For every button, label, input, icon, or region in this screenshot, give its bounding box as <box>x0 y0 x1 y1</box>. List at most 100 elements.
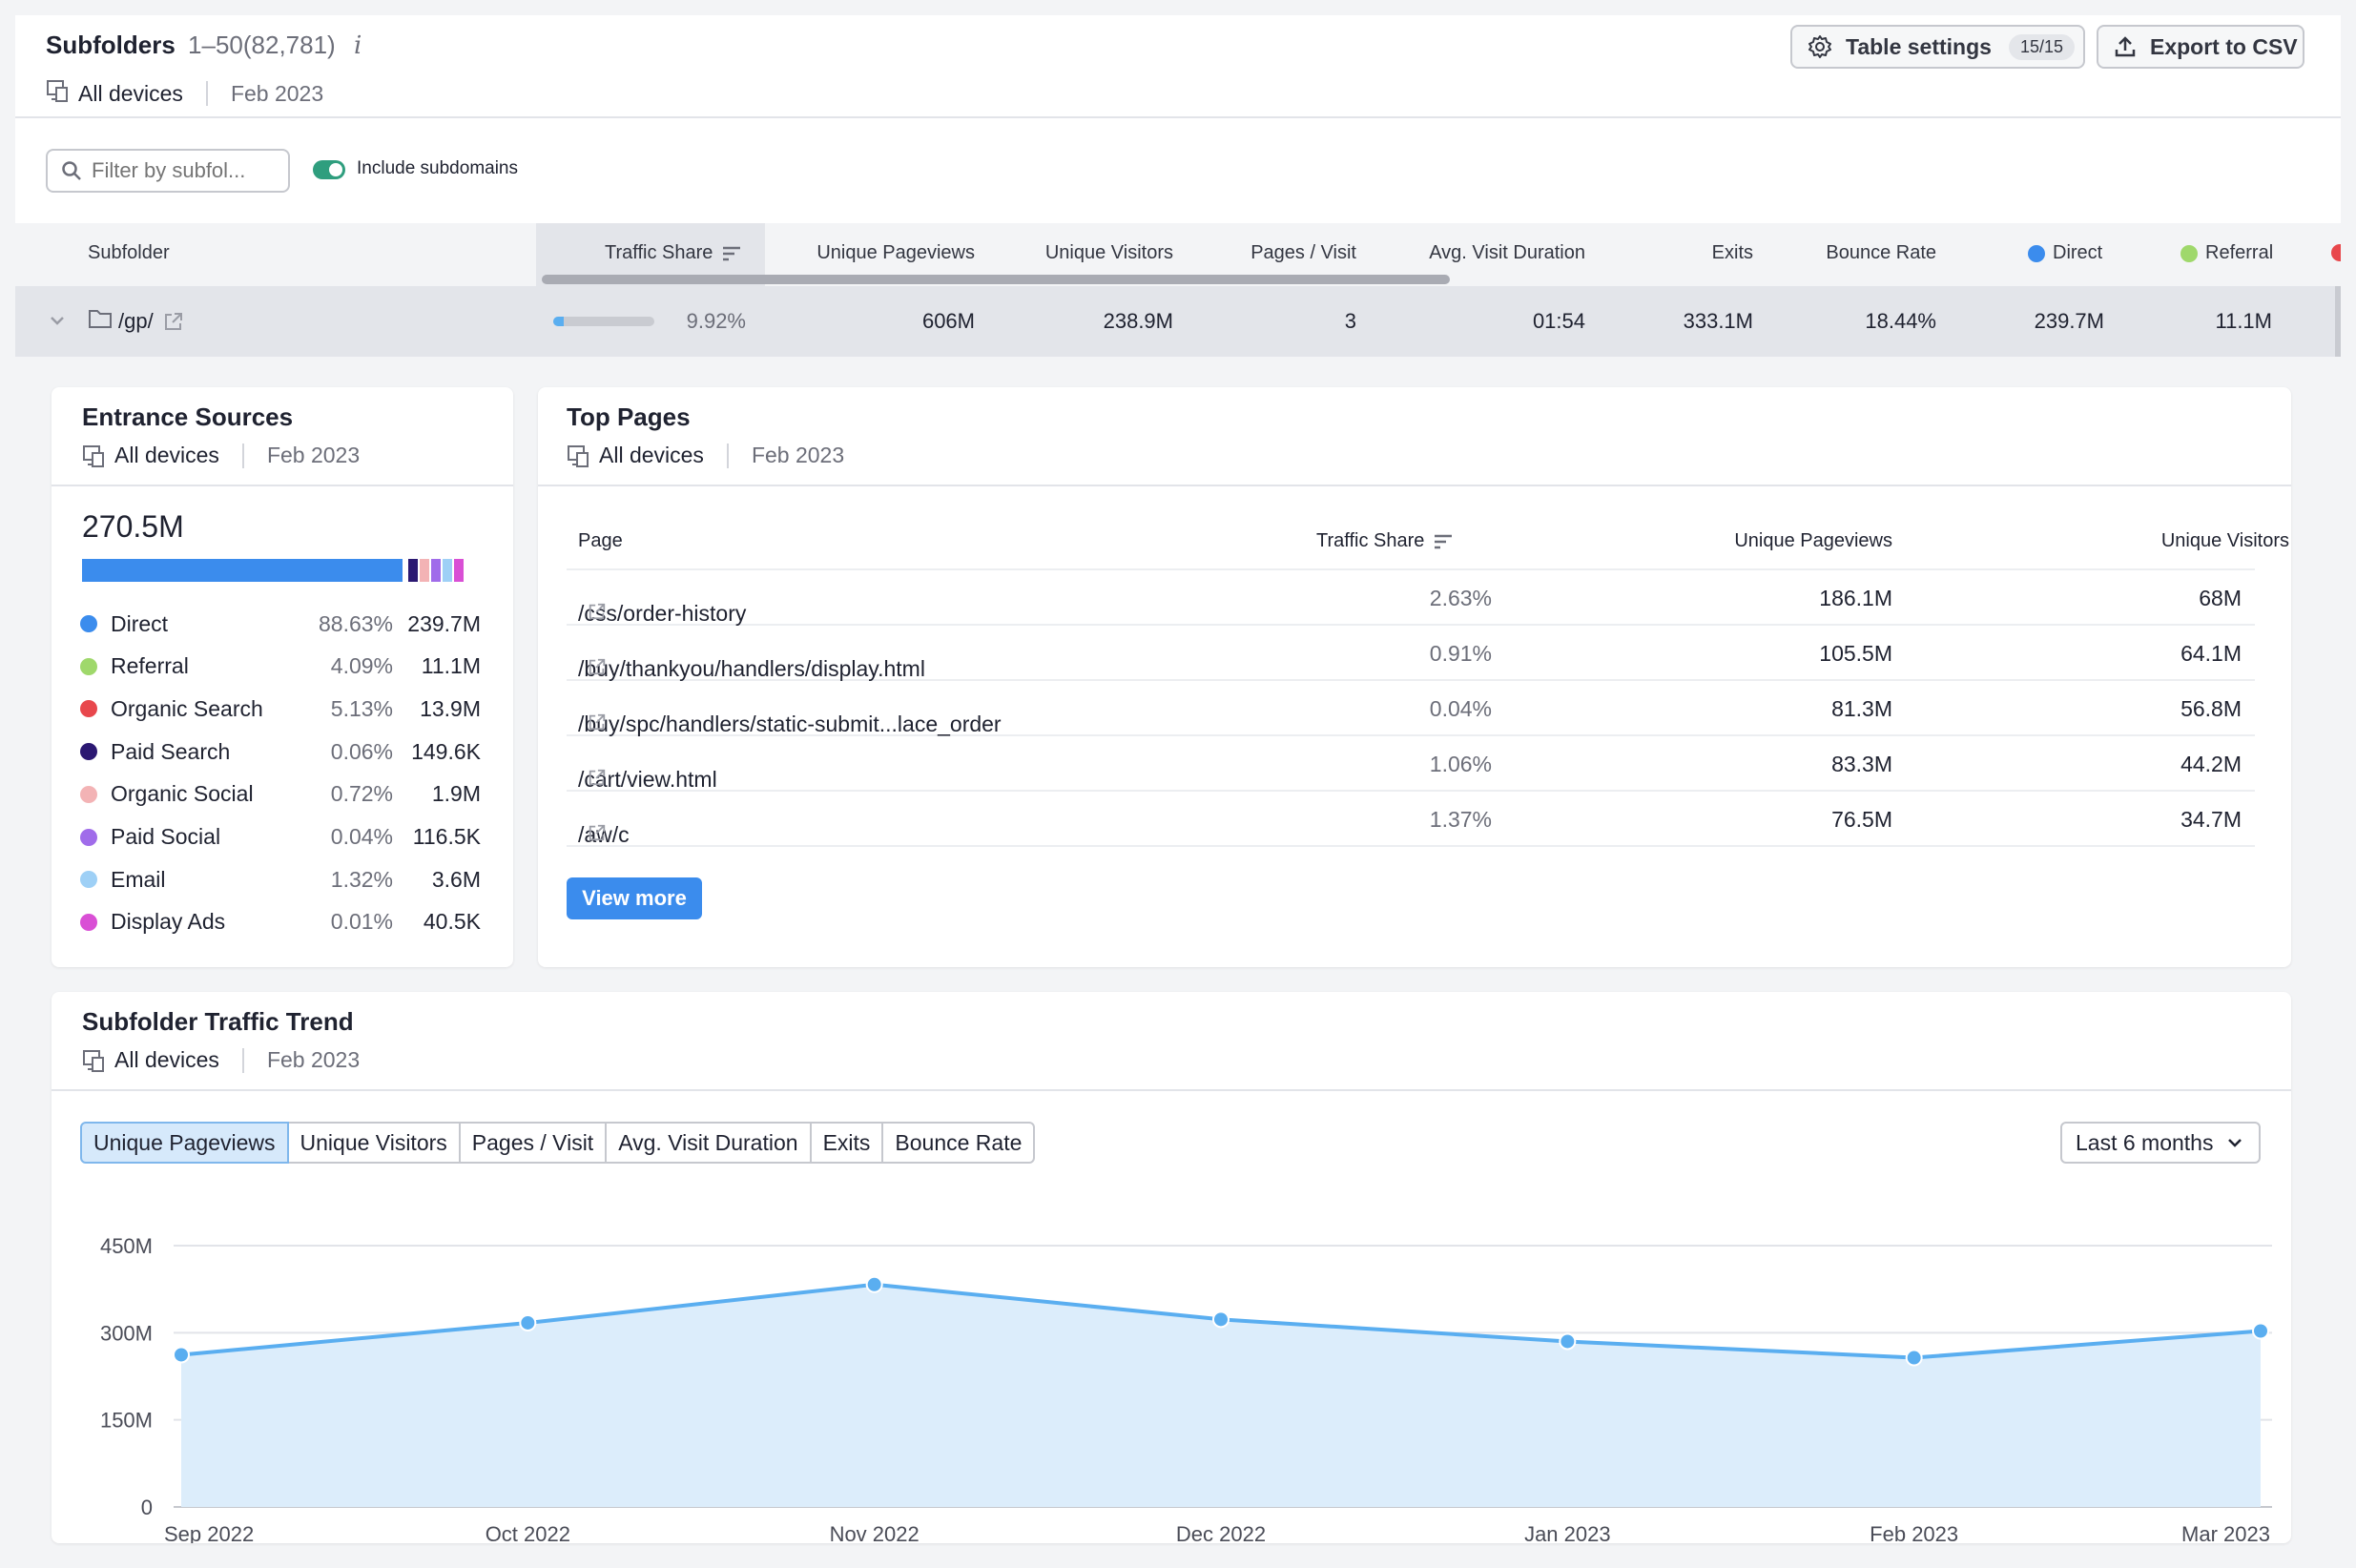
date-label: Feb 2023 <box>230 80 324 106</box>
col-pages-visit[interactable]: Pages / Visit <box>1192 242 1356 264</box>
tab-unique-pageviews[interactable]: Unique Pageviews <box>80 1122 289 1164</box>
row-unique-pageviews: 606M <box>921 309 975 333</box>
x-tick-label: Feb 2023 <box>1870 1522 1958 1543</box>
tab-bounce-rate[interactable]: Bounce Rate <box>881 1122 1036 1164</box>
source-item: Display Ads 0.01% 40.5K <box>80 901 481 943</box>
y-tick-label: 150M <box>100 1409 153 1433</box>
sources-bar-segment <box>408 559 421 582</box>
divider <box>241 1047 244 1073</box>
view-more-button[interactable]: View more <box>567 877 702 919</box>
vertical-scrollbar-edge <box>2335 286 2341 357</box>
source-pct: 0.04% <box>330 824 393 849</box>
row-direct: 239.7M <box>2034 309 2104 333</box>
col-unique-visitors[interactable]: Unique Visitors <box>992 242 1173 264</box>
tab-unique-visitors[interactable]: Unique Visitors <box>286 1122 461 1164</box>
external-link-icon[interactable] <box>588 767 607 786</box>
unique-pageviews-cell: 83.3M <box>1831 752 1892 776</box>
source-label: Referral <box>111 653 189 679</box>
include-subdomains-label: Include subdomains <box>357 158 518 178</box>
external-link-icon[interactable] <box>588 656 607 675</box>
table-row: /cart/view.html 1.06% 83.3M 44.2M <box>567 736 2255 792</box>
row-subfolder[interactable]: /gp/ <box>118 309 184 334</box>
source-value: 11.1M <box>421 653 481 679</box>
view-more-label: View more <box>582 886 687 910</box>
sources-bar-segment <box>431 559 444 582</box>
col-direct[interactable]: Direct <box>2028 242 2102 264</box>
col-unique-pageviews[interactable]: Unique Pageviews <box>784 242 975 264</box>
entrance-sources-meta: All devices Feb 2023 <box>82 443 360 468</box>
source-value: 3.6M <box>431 866 481 892</box>
sources-bar-segment <box>443 559 455 582</box>
period-select[interactable]: Last 6 months <box>2060 1122 2261 1164</box>
info-icon[interactable]: i <box>354 31 362 60</box>
page-link[interactable]: /buy/thankyou/handlers/display.html <box>578 656 925 682</box>
traffic-trend-card: Subfolder Traffic Trend All devices Feb … <box>52 992 2291 1543</box>
external-link-icon[interactable] <box>588 822 607 841</box>
tp-col-unique-visitors[interactable]: Unique Visitors <box>1988 530 2289 552</box>
source-pct: 0.72% <box>330 781 393 807</box>
source-dot <box>80 700 97 718</box>
col-exits[interactable]: Exits <box>1622 242 1753 264</box>
source-dot <box>80 615 97 632</box>
source-item: Direct 88.63% 239.7M <box>80 603 481 645</box>
referral-dot <box>2180 244 2198 262</box>
tp-col-unique-pageviews[interactable]: Unique Pageviews <box>1644 530 1892 552</box>
header-divider <box>15 116 2341 118</box>
unique-pageviews-cell: 81.3M <box>1831 696 1892 721</box>
col-traffic-share[interactable]: Traffic Share <box>605 242 741 264</box>
row-subfolder-link[interactable]: /gp/ <box>118 309 154 334</box>
col-subfolder[interactable]: Subfolder <box>88 242 170 264</box>
upload-icon <box>2114 35 2137 58</box>
col-referral[interactable]: Referral <box>2180 242 2273 264</box>
tab-exits[interactable]: Exits <box>809 1122 884 1164</box>
traffic-share-cell: 0.04% <box>1429 696 1492 721</box>
tab-pages-visit[interactable]: Pages / Visit <box>458 1122 608 1164</box>
unique-visitors-cell: 64.1M <box>2180 641 2242 666</box>
unique-visitors-cell: 44.2M <box>2180 752 2242 776</box>
x-tick-label: Dec 2022 <box>1176 1522 1266 1543</box>
source-value: 13.9M <box>420 695 481 721</box>
y-tick-label: 450M <box>100 1234 153 1258</box>
include-subdomains-toggle[interactable] <box>313 160 345 179</box>
devices-icon <box>567 444 591 468</box>
tp-col-traffic-share[interactable]: Traffic Share <box>1316 530 1453 552</box>
source-label: Direct <box>111 610 169 636</box>
source-value: 1.9M <box>431 781 481 807</box>
col-avg-visit-duration[interactable]: Avg. Visit Duration <box>1370 242 1585 264</box>
organic-search-dot-partial <box>2327 244 2341 261</box>
traffic-share-cell: 1.37% <box>1429 807 1492 832</box>
traffic-trend-title: Subfolder Traffic Trend <box>82 1007 354 1036</box>
external-link-icon[interactable] <box>588 712 607 731</box>
export-csv-button[interactable]: Export to CSV <box>2097 25 2304 69</box>
toggle-knob <box>329 163 342 176</box>
source-item: Paid Social 0.04% 116.5K <box>80 816 481 858</box>
metric-tabs: Unique Pageviews Unique Visitors Pages / V… <box>80 1122 1036 1164</box>
source-label: Paid Social <box>111 824 221 849</box>
sources-bar-segment <box>454 559 466 582</box>
source-label: Paid Search <box>111 738 231 764</box>
source-dot <box>80 743 97 761</box>
unique-visitors-cell: 56.8M <box>2180 696 2242 721</box>
unique-visitors-cell: 68M <box>2199 586 2242 610</box>
chevron-down-icon[interactable] <box>48 311 67 330</box>
folder-icon <box>88 308 113 329</box>
col-bounce-rate[interactable]: Bounce Rate <box>1765 242 1936 264</box>
x-tick-label: Oct 2022 <box>486 1522 570 1543</box>
source-value: 239.7M <box>407 610 481 636</box>
external-link-icon[interactable] <box>163 311 184 332</box>
y-tick-label: 0 <box>141 1496 153 1519</box>
col-direct-label: Direct <box>2053 242 2103 263</box>
subfolder-filter-input[interactable] <box>92 158 273 183</box>
table-row: /buy/spc/handlers/static-submit...lace_o… <box>567 681 2255 736</box>
external-link-icon[interactable] <box>588 601 607 620</box>
divider <box>241 443 244 468</box>
unique-pageviews-cell: 76.5M <box>1831 807 1892 832</box>
horizontal-scrollbar[interactable] <box>542 275 1450 284</box>
page-link[interactable]: /buy/spc/handlers/static-submit...lace_o… <box>578 712 1002 737</box>
date-label: Feb 2023 <box>266 1047 361 1072</box>
tab-avg-visit-duration[interactable]: Avg. Visit Duration <box>605 1122 812 1164</box>
row-pages-visit: 3 <box>1344 309 1356 333</box>
top-pages-title: Top Pages <box>567 402 691 431</box>
table-settings-button[interactable]: Table settings 15/15 <box>1790 25 2085 69</box>
source-item: Referral 4.09% 11.1M <box>80 646 481 688</box>
